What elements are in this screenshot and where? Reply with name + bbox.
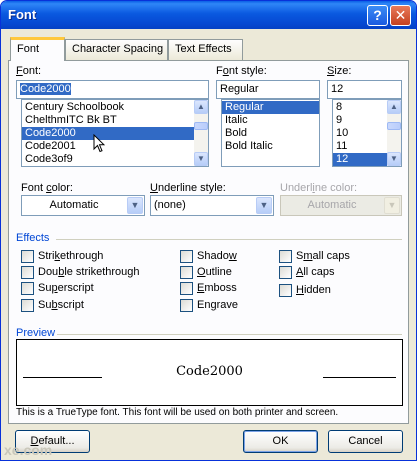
font-dialog: Font ? ✕ Font Character Spacing Text Eff… bbox=[0, 0, 417, 461]
effects-divider bbox=[56, 239, 402, 240]
chevron-down-icon: ▼ bbox=[384, 197, 400, 214]
list-item-selected[interactable]: Code2000 bbox=[22, 127, 208, 140]
size-list[interactable]: 8 9 10 11 12 ▲ ▼ bbox=[332, 99, 402, 167]
scroll-up-icon[interactable]: ▲ bbox=[194, 100, 208, 114]
preview-baseline-right bbox=[323, 377, 396, 378]
checkbox-box[interactable] bbox=[21, 250, 34, 263]
chevron-down-icon[interactable]: ▼ bbox=[127, 197, 143, 214]
checkbox-box[interactable] bbox=[180, 266, 193, 279]
ok-button[interactable]: OK bbox=[243, 430, 318, 453]
mouse-cursor-icon bbox=[93, 134, 105, 153]
underline-color-select: Automatic ▼ bbox=[280, 195, 402, 216]
checkbox-box[interactable] bbox=[279, 266, 292, 279]
size-input[interactable]: 12 bbox=[327, 80, 402, 99]
checkbox-box[interactable] bbox=[180, 250, 193, 263]
window-title: Font bbox=[8, 7, 37, 22]
checkbox-box[interactable] bbox=[279, 284, 292, 297]
font-style-label: Font style: bbox=[216, 65, 267, 77]
font-style-input[interactable]: Regular bbox=[216, 80, 320, 99]
checkbox-box[interactable] bbox=[279, 250, 292, 263]
list-item[interactable]: Bold bbox=[222, 127, 319, 140]
preview-heading: Preview bbox=[16, 327, 56, 339]
title-bar[interactable]: Font ? ✕ bbox=[1, 1, 416, 29]
list-item-selected[interactable]: Regular bbox=[222, 101, 319, 114]
chevron-down-icon[interactable]: ▼ bbox=[256, 197, 272, 214]
font-name-input[interactable]: Code2000 bbox=[16, 80, 209, 99]
font-color-select[interactable]: Automatic ▼ bbox=[21, 195, 145, 216]
scroll-down-icon[interactable]: ▼ bbox=[387, 152, 401, 166]
checkbox-box[interactable] bbox=[21, 299, 34, 312]
underline-style-label: Underline style: bbox=[150, 182, 226, 194]
font-list-scrollbar[interactable]: ▲ ▼ bbox=[194, 100, 208, 166]
scroll-down-icon[interactable]: ▼ bbox=[194, 152, 208, 166]
font-color-label: Font color: bbox=[21, 182, 73, 194]
watermark-text: xe.com bbox=[4, 442, 53, 458]
scroll-up-icon[interactable]: ▲ bbox=[387, 100, 401, 114]
help-icon: ? bbox=[373, 7, 382, 23]
effects-heading: Effects bbox=[16, 232, 50, 244]
scroll-thumb[interactable] bbox=[194, 122, 208, 130]
scroll-thumb[interactable] bbox=[387, 122, 401, 130]
list-item[interactable]: Bold Italic bbox=[222, 140, 319, 153]
preview-divider bbox=[57, 334, 402, 335]
list-item[interactable]: Code2001 bbox=[22, 140, 208, 153]
tab-text-effects[interactable]: Text Effects bbox=[168, 39, 243, 60]
tab-character-spacing[interactable]: Character Spacing bbox=[65, 39, 168, 60]
underline-color-label: Underline color: bbox=[280, 182, 358, 194]
close-icon: ✕ bbox=[394, 7, 407, 23]
list-item[interactable]: Century Schoolbook bbox=[22, 101, 208, 114]
checkbox-box[interactable] bbox=[21, 282, 34, 295]
font-info-text: This is a TrueType font. This font will … bbox=[16, 407, 339, 418]
underline-style-select[interactable]: (none) ▼ bbox=[150, 195, 274, 216]
font-style-list[interactable]: Regular Italic Bold Bold Italic bbox=[221, 99, 320, 167]
list-item[interactable]: Code3of9 bbox=[22, 153, 208, 166]
help-button[interactable]: ? bbox=[367, 5, 388, 26]
preview-box: Code2000 bbox=[16, 339, 403, 406]
font-label: Font: bbox=[16, 65, 42, 77]
list-item[interactable]: ChelthmITC Bk BT bbox=[22, 114, 208, 127]
tab-font-label: Font bbox=[17, 43, 40, 55]
size-label: Size: bbox=[327, 65, 352, 77]
checkbox-box[interactable] bbox=[180, 299, 193, 312]
tab-text-effects-label: Text Effects bbox=[175, 43, 232, 55]
font-name-list[interactable]: Century Schoolbook ChelthmITC Bk BT Code… bbox=[21, 99, 209, 167]
checkbox-box[interactable] bbox=[180, 282, 193, 295]
size-list-scrollbar[interactable]: ▲ ▼ bbox=[387, 100, 401, 166]
list-item[interactable]: Italic bbox=[222, 114, 319, 127]
checkbox-box[interactable] bbox=[21, 266, 34, 279]
close-button[interactable]: ✕ bbox=[390, 5, 411, 26]
tab-character-spacing-label: Character Spacing bbox=[72, 43, 164, 55]
tab-font[interactable]: Font bbox=[10, 37, 65, 61]
cancel-button[interactable]: Cancel bbox=[328, 430, 403, 453]
